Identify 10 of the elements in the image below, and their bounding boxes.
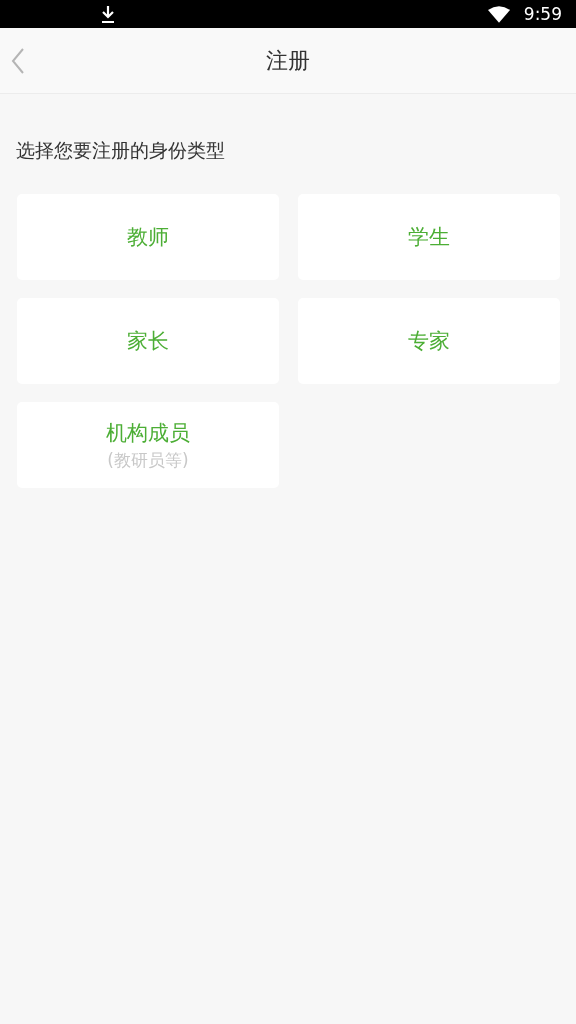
back-icon[interactable] (11, 48, 25, 74)
download-icon (101, 5, 115, 23)
instruction-text: 选择您要注册的身份类型 (16, 138, 226, 163)
role-option[interactable]: 家长 (17, 298, 279, 384)
role-option[interactable]: 学生 (298, 194, 560, 280)
clock-time: 9:59 (523, 4, 562, 24)
role-option[interactable]: 专家 (298, 298, 560, 384)
page-title: 注册 (266, 46, 310, 75)
wifi-icon (487, 5, 510, 23)
role-option[interactable]: 教师 (17, 194, 279, 280)
